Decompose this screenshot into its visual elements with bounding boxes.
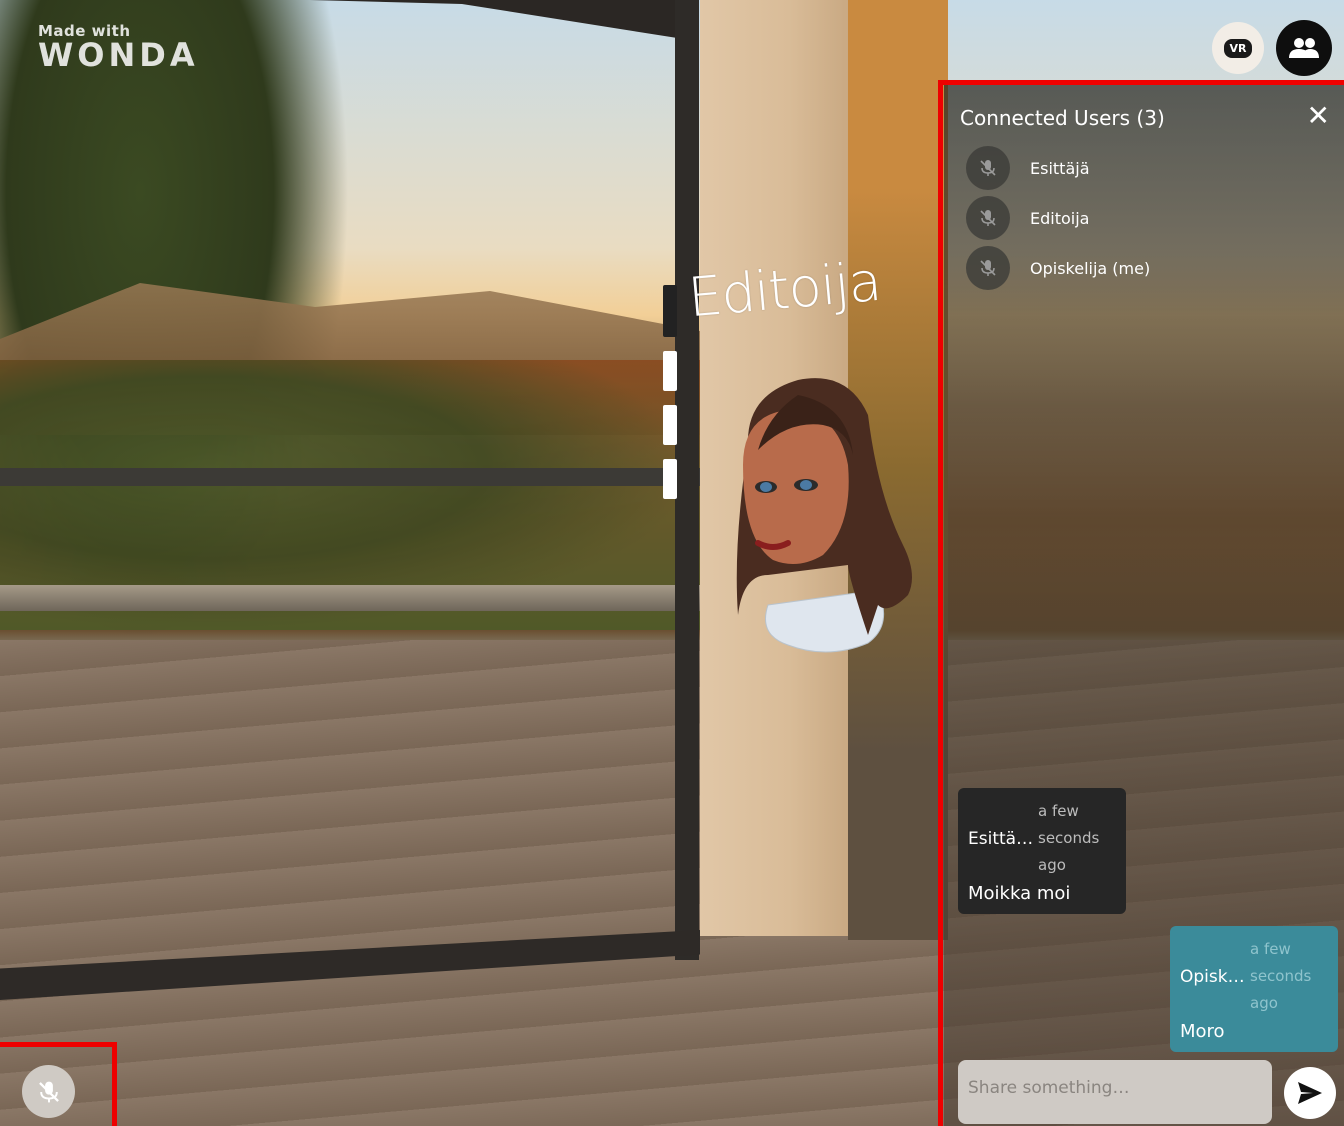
vr-mode-button[interactable]: VR bbox=[1212, 22, 1264, 74]
wonda-watermark: Made with WONDA bbox=[38, 22, 199, 74]
close-panel-button[interactable]: ✕ bbox=[1307, 102, 1330, 130]
panel-title: Connected Users (3) bbox=[960, 106, 1165, 130]
mic-off-icon bbox=[966, 146, 1010, 190]
message-author: Esittä… bbox=[968, 828, 1034, 849]
connected-users-panel: Connected Users (3) ✕ Esittäjä Editoija … bbox=[944, 84, 1344, 1126]
window-frame-vertical bbox=[675, 0, 699, 960]
message-time: a few seconds ago bbox=[1250, 940, 1312, 1012]
chat-message-incoming: Esittä… a few seconds ago Moikka moi bbox=[958, 788, 1126, 914]
chat-message-outgoing: Opisk… a few seconds ago Moro bbox=[1170, 926, 1338, 1052]
microphone-toggle-button[interactable] bbox=[22, 1065, 75, 1118]
user-name: Editoija bbox=[1030, 208, 1090, 228]
mic-off-icon bbox=[966, 246, 1010, 290]
message-author: Opisk… bbox=[1180, 966, 1245, 987]
vr-headset-icon: VR bbox=[1223, 38, 1253, 58]
users-icon bbox=[1289, 38, 1319, 58]
message-text: Moikka moi bbox=[968, 883, 1071, 904]
window-frame-top bbox=[310, 0, 690, 40]
send-icon bbox=[1298, 1082, 1322, 1104]
connected-users-button[interactable] bbox=[1276, 20, 1332, 76]
message-text: Moro bbox=[1180, 1021, 1225, 1042]
user-avatar[interactable] bbox=[728, 375, 923, 655]
chat-input[interactable]: Share something… bbox=[958, 1060, 1272, 1124]
user-name: Opiskelija (me) bbox=[1030, 258, 1151, 278]
user-row-esittaja: Esittäjä bbox=[966, 146, 1090, 190]
user-name: Esittäjä bbox=[1030, 158, 1090, 178]
mic-off-icon bbox=[966, 196, 1010, 240]
mic-off-icon bbox=[38, 1081, 59, 1102]
send-button[interactable] bbox=[1284, 1067, 1336, 1119]
balcony-railing bbox=[0, 585, 700, 611]
scene-side-panels bbox=[663, 285, 677, 500]
watermark-brand: WONDA bbox=[38, 36, 199, 74]
message-time: a few seconds ago bbox=[1038, 802, 1100, 874]
user-row-editoija: Editoija bbox=[966, 196, 1089, 240]
user-row-opiskelija: Opiskelija (me) bbox=[966, 246, 1150, 290]
